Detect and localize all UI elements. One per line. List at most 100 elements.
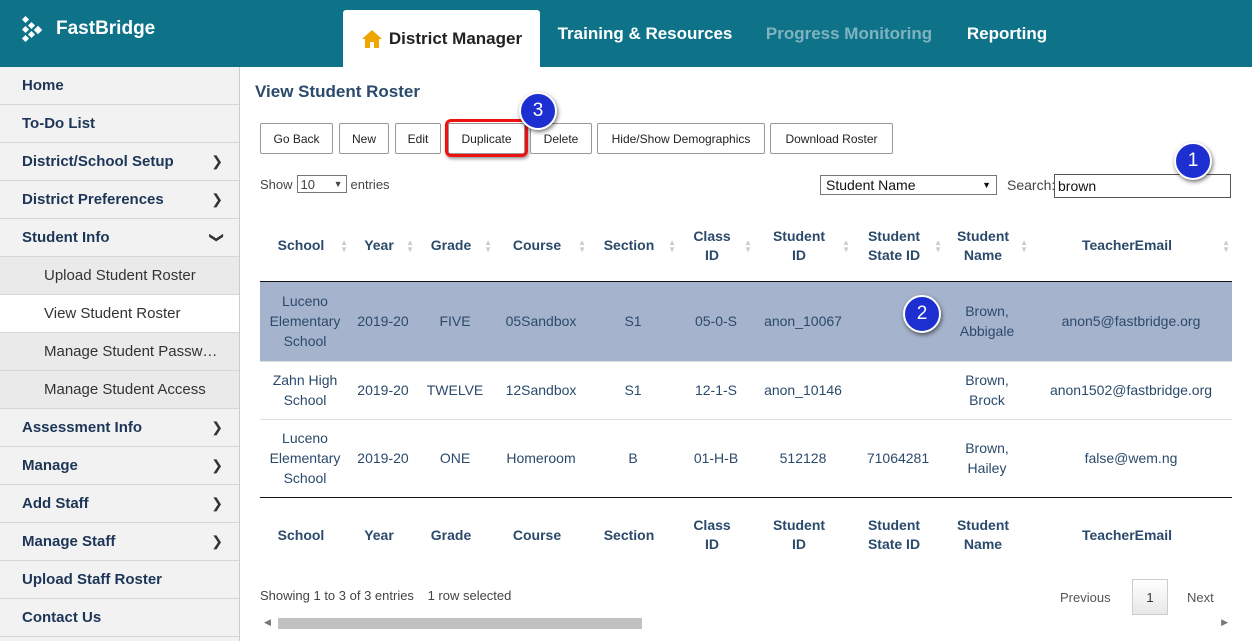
sidebar-item-label: District/School Setup [22, 153, 174, 170]
cell-class-id: 01-H-B [678, 418, 754, 497]
scrollbar-thumb[interactable] [278, 618, 642, 629]
footer-header-student-id: Student ID [754, 496, 852, 573]
table-header-row: School ▲ ▼ Year ▲ ▼ Grade ▲ ▼ Course ▲ ▼ Section… [260, 211, 1232, 282]
sort-icon: ▲ ▼ [340, 237, 348, 254]
callout-badge-1: 1 [1174, 142, 1212, 180]
sidebar-item-label: Upload Staff Roster [22, 571, 163, 588]
tab-label: Training & Resources [557, 23, 733, 43]
sidebar-item-label: Add Staff [22, 495, 89, 512]
footer-header-student-state-id: Student State ID [852, 496, 944, 573]
column-header-school[interactable]: School ▲ ▼ [260, 211, 350, 282]
column-header-teacher-email[interactable]: TeacherEmail ▲ ▼ [1030, 211, 1232, 282]
hide-show-demographics-button[interactable]: Hide/Show Demographics [597, 123, 765, 154]
column-header-student-id[interactable]: Student ID ▲ ▼ [754, 211, 852, 282]
tab-progress-monitoring[interactable]: Progress Monitoring [757, 0, 941, 67]
column-header-year[interactable]: Year ▲ ▼ [350, 211, 416, 282]
cell-school: Luceno Elementary School [260, 418, 350, 497]
table-row[interactable]: Zahn High School 2019-20 TWELVE 12Sandbo… [260, 360, 1232, 419]
sidebar-item-upload-staff-roster[interactable]: Upload Staff Roster [0, 561, 239, 599]
table-row[interactable]: Luceno Elementary School 2019-20 ONE Hom… [260, 418, 1232, 497]
sidebar-item-view-student-roster[interactable]: View Student Roster [0, 295, 239, 333]
sidebar-item-label: To-Do List [22, 115, 96, 132]
sidebar-item-add-staff[interactable]: Add Staff ❯ [0, 485, 239, 523]
entries-select[interactable]: 10 ▼ [296, 175, 347, 193]
edit-button[interactable]: Edit [395, 123, 441, 154]
sidebar-item-label: Contact Us [22, 609, 102, 626]
footer-header-label: Class ID [693, 517, 731, 553]
entries-label: entries [350, 176, 390, 192]
cell-student-id: 512128 [754, 418, 852, 497]
sidebar-item-district-preferences[interactable]: District Preferences ❯ [0, 181, 239, 219]
cell-teacher-email: anon1502@fastbridge.org [1030, 360, 1232, 419]
logo-text: FastBridge [56, 18, 156, 39]
chevron-down-icon: ▼ [333, 179, 343, 189]
cell-student-name: Brown, Abbigale [959, 303, 1015, 339]
cell-course: Homeroom [494, 418, 588, 497]
sidebar-item-label: Manage Student Access [44, 381, 206, 398]
cell-teacher-email: anon5@fastbridge.org [1061, 313, 1201, 329]
sort-icon: ▲ ▼ [1222, 237, 1230, 254]
selection-info-text: 1 row selected [427, 588, 512, 603]
column-header-label: Course [512, 237, 562, 254]
tab-label: Progress Monitoring [765, 23, 933, 43]
sidebar-item-manage[interactable]: Manage ❯ [0, 447, 239, 485]
column-header-course[interactable]: Course ▲ ▼ [494, 211, 588, 282]
column-header-label: Section [603, 237, 655, 254]
cell-school: Zahn High School [260, 360, 350, 419]
sidebar-item-manage-staff[interactable]: Manage Staff ❯ [0, 523, 239, 561]
sort-icon: ▲ ▼ [842, 237, 850, 254]
new-button[interactable]: New [339, 123, 389, 154]
sidebar-item-upload-student-roster[interactable]: Upload Student Roster [0, 257, 239, 295]
search-input[interactable] [1054, 174, 1231, 198]
sidebar-item-label: District Preferences [22, 191, 164, 208]
entries-value: 10 [300, 176, 315, 192]
sidebar-item-district-school-setup[interactable]: District/School Setup ❯ [0, 143, 239, 181]
callout-badge-2: 2 [903, 295, 941, 333]
cell-class-id: 05-0-S [694, 313, 738, 329]
column-header-student-name[interactable]: Student Name ▲ ▼ [944, 211, 1030, 282]
cell-section: S1 [588, 360, 678, 419]
sidebar-item-label: Student Info [22, 229, 110, 246]
horizontal-scrollbar[interactable]: ◀ ▶ [260, 615, 1232, 631]
footer-header-course: Course [494, 496, 588, 573]
column-header-student-state-id[interactable]: Student State ID ▲ ▼ [852, 211, 944, 282]
chevron-right-icon: ❯ [211, 533, 223, 549]
tab-label: District Manager [388, 28, 523, 48]
sidebar-item-student-info[interactable]: Student Info ❯ [0, 219, 239, 257]
download-roster-button[interactable]: Download Roster [770, 123, 893, 154]
page-1-button[interactable]: 1 [1132, 579, 1168, 615]
sidebar-item-assessment-info[interactable]: Assessment Info ❯ [0, 409, 239, 447]
column-header-section[interactable]: Section ▲ ▼ [588, 211, 678, 282]
column-header-grade[interactable]: Grade ▲ ▼ [416, 211, 494, 282]
sidebar-item-label: Upload Student Roster [44, 267, 196, 284]
callout-badge-3: 3 [519, 92, 557, 130]
sort-icon: ▲ ▼ [934, 237, 942, 254]
tab-training-resources[interactable]: Training & Resources [548, 0, 742, 67]
sort-icon: ▲ ▼ [484, 237, 492, 254]
sidebar-item-home[interactable]: Home [0, 67, 239, 105]
scroll-left-icon[interactable]: ◀ [264, 617, 271, 628]
sidebar-item-label: Manage Student Passw… [44, 343, 218, 360]
previous-page-button[interactable]: Previous [1060, 579, 1111, 615]
tab-reporting[interactable]: Reporting [955, 0, 1059, 67]
scroll-right-icon[interactable]: ▶ [1221, 617, 1228, 628]
sidebar: Home To-Do List District/School Setup ❯ D… [0, 67, 240, 641]
cell-grade: FIVE [439, 313, 471, 329]
sidebar-item-todo-list[interactable]: To-Do List [0, 105, 239, 143]
search-column-select[interactable]: Student Name ▼ [820, 175, 997, 195]
sidebar-item-contact-us[interactable]: Contact Us [0, 599, 239, 637]
search-label: Search: [1007, 177, 1056, 193]
fastbridge-logo[interactable]: FastBridge [22, 16, 155, 42]
sidebar-item-manage-student-access[interactable]: Manage Student Access [0, 371, 239, 409]
show-label: Show [260, 176, 293, 192]
sidebar-item-manage-student-passwords[interactable]: Manage Student Passw… [0, 333, 239, 371]
cell-school: Luceno Elementary School [269, 293, 341, 349]
chevron-down-icon: ▼ [982, 180, 991, 190]
column-header-class-id[interactable]: Class ID ▲ ▼ [678, 211, 754, 282]
go-back-button[interactable]: Go Back [260, 123, 333, 154]
table-row[interactable]: Luceno Elementary School 2019-20 FIVE 05… [260, 281, 1232, 361]
cell-year: 2019-20 [350, 418, 416, 497]
sort-icon: ▲ ▼ [744, 237, 752, 254]
next-page-button[interactable]: Next [1187, 579, 1214, 615]
tab-district-manager[interactable]: District Manager [343, 10, 540, 67]
